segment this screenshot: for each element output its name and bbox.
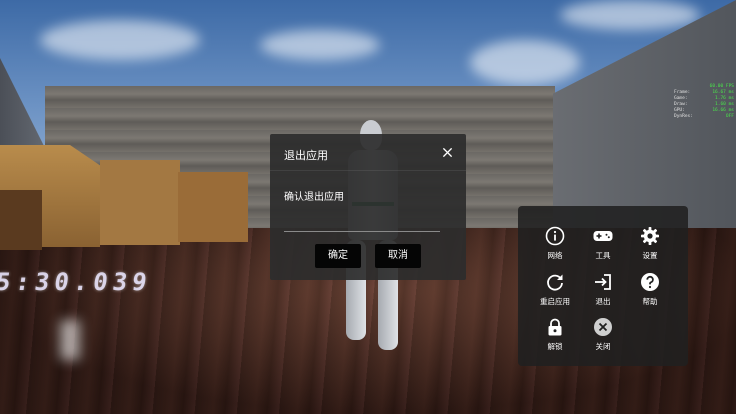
help-icon [640,272,660,292]
close-icon[interactable] [441,146,454,159]
performance-stats: 60.00 FPS Frame: 16.67 ms Game: 1.76 ms Dr… [674,84,734,120]
exit-dialog: 退出应用 确认退出应用 确定 取消 [270,134,466,280]
exit-icon [593,272,613,292]
cloud [260,30,380,60]
stat-label: DynRes: [674,114,693,119]
close-icon-glyph [442,147,453,158]
menu-item-label: 帮助 [642,297,658,306]
menu-item-label: 工具 [595,251,611,260]
menu-item-label: 解锁 [547,342,563,351]
dialog-separator [284,231,440,232]
menu-item-help[interactable]: 帮助 [626,272,674,312]
menu-item-label: 设置 [642,251,658,260]
wooden-crate [178,172,248,242]
cancel-button[interactable]: 取消 [375,244,421,268]
dialog-message: 确认退出应用 [284,192,344,203]
menu-item-label: 网络 [547,251,563,260]
menu-item-network[interactable]: 网络 [531,226,579,266]
wooden-crate [0,190,42,250]
wooden-crate [100,160,180,245]
menu-item-restart[interactable]: 重启应用 [531,272,579,312]
menu-item-label: 关闭 [595,342,611,351]
cloud [560,0,700,30]
menu-item-label: 退出 [595,297,611,306]
lock-icon [545,317,565,337]
cloud [470,40,580,85]
menu-item-close[interactable]: 关闭 [579,317,627,357]
light-reflection [60,320,80,360]
menu-item-unlock[interactable]: 解锁 [531,317,579,357]
cloud [40,20,200,60]
menu-item-tools[interactable]: 工具 [579,226,627,266]
menu-item-label: 重启应用 [540,297,570,306]
floating-menu-panel: 网络 工具 设置 重启应用 退出 帮助 解锁 关闭 [518,206,688,366]
dialog-title: 退出应用 [284,149,328,162]
info-icon [545,226,565,246]
menu-item-exit[interactable]: 退出 [579,272,627,312]
gear-icon [640,226,660,246]
refresh-icon [545,272,565,292]
stat-row: DynRes: OFF [674,114,734,120]
dialog-divider [270,170,466,171]
close-circle-icon [593,317,613,337]
floor-timer-text: 5:30.039 [0,268,154,296]
confirm-button[interactable]: 确定 [315,244,361,268]
stat-value: OFF [725,114,734,119]
menu-item-settings[interactable]: 设置 [626,226,674,266]
gamepad-icon [593,226,613,246]
